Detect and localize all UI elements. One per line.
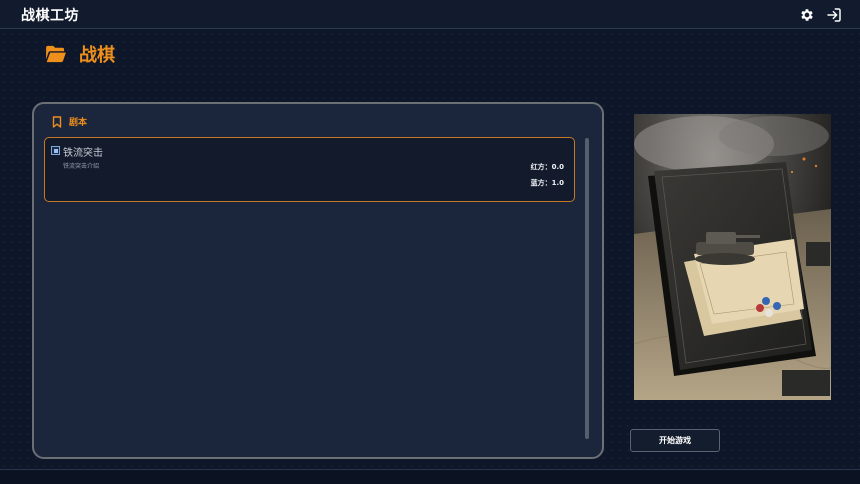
gear-icon[interactable] <box>799 7 815 23</box>
start-game-button[interactable]: 开始游戏 <box>630 429 720 452</box>
script-cover-image <box>634 114 831 400</box>
logout-icon[interactable] <box>826 7 842 23</box>
red-side-label: 红方： <box>530 163 552 171</box>
folder-open-icon <box>46 45 66 63</box>
red-side-stat: 红方：0.0 <box>531 162 564 172</box>
bottom-bar <box>0 469 860 484</box>
scripts-panel: 剧本 铁流突击 铁流突击介绍 红方：0.0 蓝方：1.0 <box>32 102 604 459</box>
blue-side-stat: 蓝方：1.0 <box>531 178 564 188</box>
red-side-value: 0.0 <box>551 163 564 171</box>
blue-side-label: 蓝方： <box>530 179 552 187</box>
app-title: 战棋工坊 <box>21 8 79 24</box>
script-list-item[interactable]: 铁流突击 铁流突击介绍 红方：0.0 蓝方：1.0 <box>44 137 575 202</box>
bookmark-icon <box>52 115 62 128</box>
script-name: 铁流突击 <box>63 148 103 159</box>
selected-checkbox[interactable] <box>51 146 60 155</box>
scrollbar[interactable] <box>585 138 589 439</box>
page-title: 战棋 <box>79 45 115 66</box>
title-bar: 战棋工坊 <box>0 0 860 29</box>
panel-label: 剧本 <box>69 118 88 128</box>
cover-artwork <box>634 114 831 400</box>
script-description: 铁流突击介绍 <box>63 163 100 170</box>
blue-side-value: 1.0 <box>551 179 564 187</box>
page-heading: 战棋 <box>45 41 115 67</box>
panel-header: 剧本 <box>52 115 87 128</box>
